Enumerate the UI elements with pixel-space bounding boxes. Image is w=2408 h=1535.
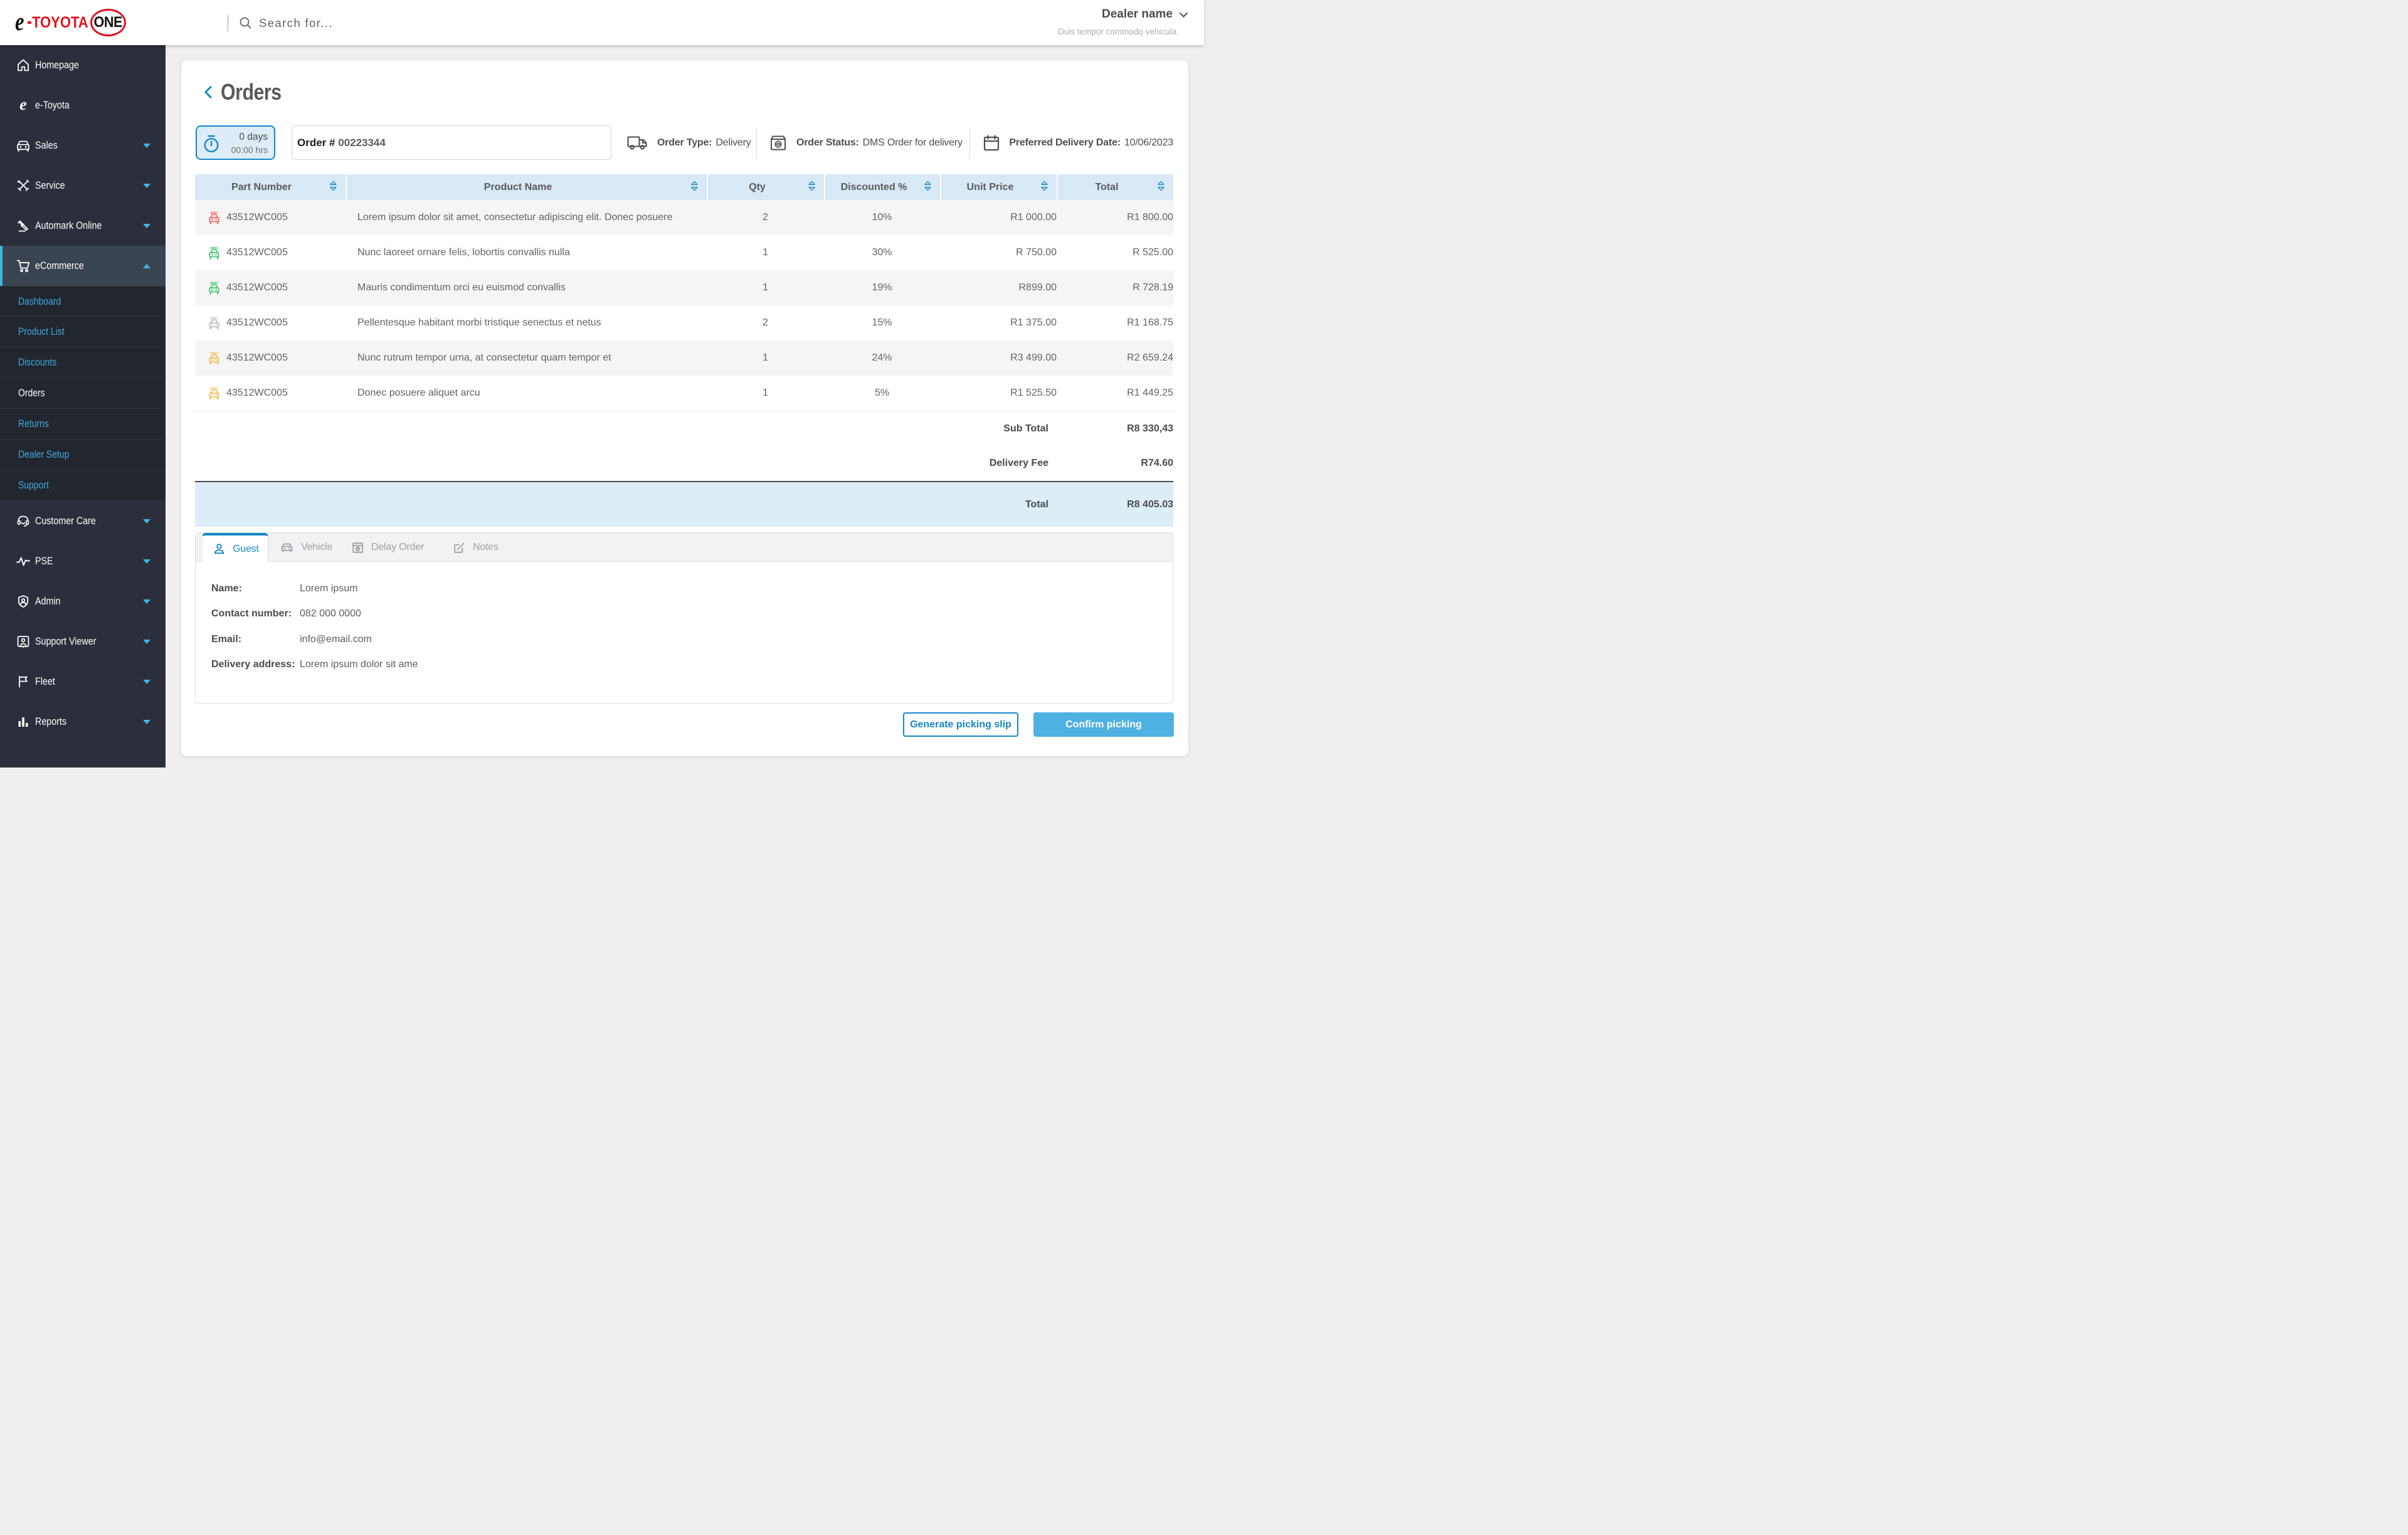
- svg-text:e: e: [19, 98, 27, 113]
